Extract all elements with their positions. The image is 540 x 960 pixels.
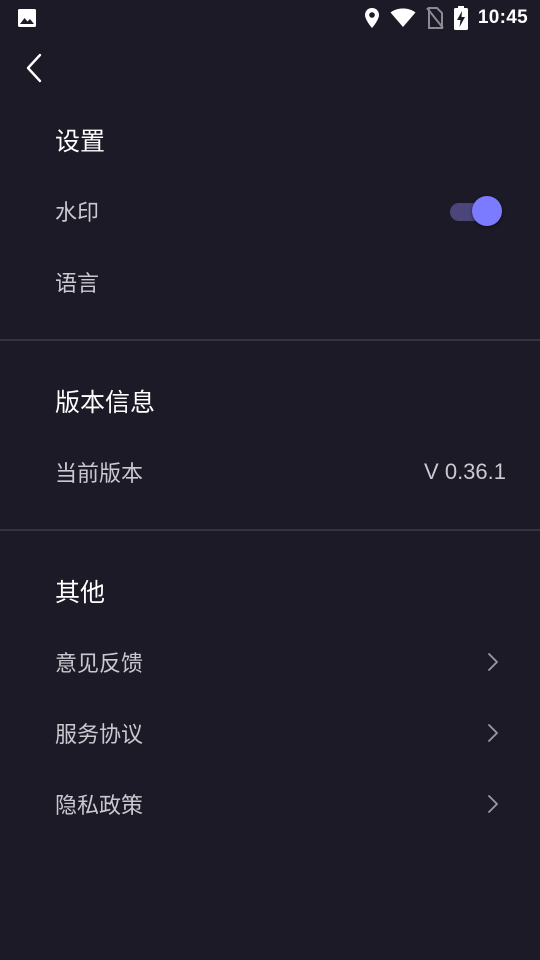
terms-of-service-label: 服务协议 bbox=[55, 723, 144, 748]
feedback-label: 意见反馈 bbox=[55, 652, 144, 677]
watermark-label: 水印 bbox=[55, 201, 100, 226]
no-sim-icon bbox=[426, 7, 444, 29]
section-title-other: 其他 bbox=[55, 578, 106, 607]
divider bbox=[0, 529, 540, 531]
image-icon bbox=[17, 8, 37, 28]
language-row[interactable]: 语言 bbox=[0, 254, 540, 310]
location-icon bbox=[364, 7, 380, 29]
battery-charging-icon bbox=[453, 6, 468, 30]
chevron-left-icon bbox=[25, 53, 43, 87]
section-title-version: 版本信息 bbox=[55, 388, 156, 417]
current-version-value: V 0.36.1 bbox=[424, 459, 506, 484]
settings-screen: 10:45 设置 水印 语言 版本信息 当前版本 V 0.36.1 其他 意见反… bbox=[0, 0, 540, 960]
status-bar: 10:45 bbox=[0, 0, 540, 36]
current-version-label: 当前版本 bbox=[55, 462, 144, 487]
divider bbox=[0, 339, 540, 341]
watermark-toggle[interactable] bbox=[450, 196, 502, 226]
feedback-row[interactable]: 意见反馈 bbox=[0, 634, 540, 690]
language-label: 语言 bbox=[55, 272, 100, 297]
status-icons: 10:45 bbox=[364, 6, 528, 30]
back-button[interactable] bbox=[14, 50, 54, 90]
toggle-thumb bbox=[472, 196, 502, 226]
section-title-settings: 设置 bbox=[55, 127, 106, 156]
chevron-right-icon bbox=[486, 652, 500, 672]
wifi-icon bbox=[390, 8, 416, 28]
chevron-right-icon bbox=[486, 723, 500, 743]
privacy-policy-row[interactable]: 隐私政策 bbox=[0, 776, 540, 832]
status-time: 10:45 bbox=[477, 7, 528, 28]
watermark-row: 水印 bbox=[0, 183, 540, 239]
terms-of-service-row[interactable]: 服务协议 bbox=[0, 705, 540, 761]
privacy-policy-label: 隐私政策 bbox=[55, 794, 144, 819]
current-version-row: 当前版本 V 0.36.1 bbox=[0, 444, 540, 500]
chevron-right-icon bbox=[486, 794, 500, 814]
